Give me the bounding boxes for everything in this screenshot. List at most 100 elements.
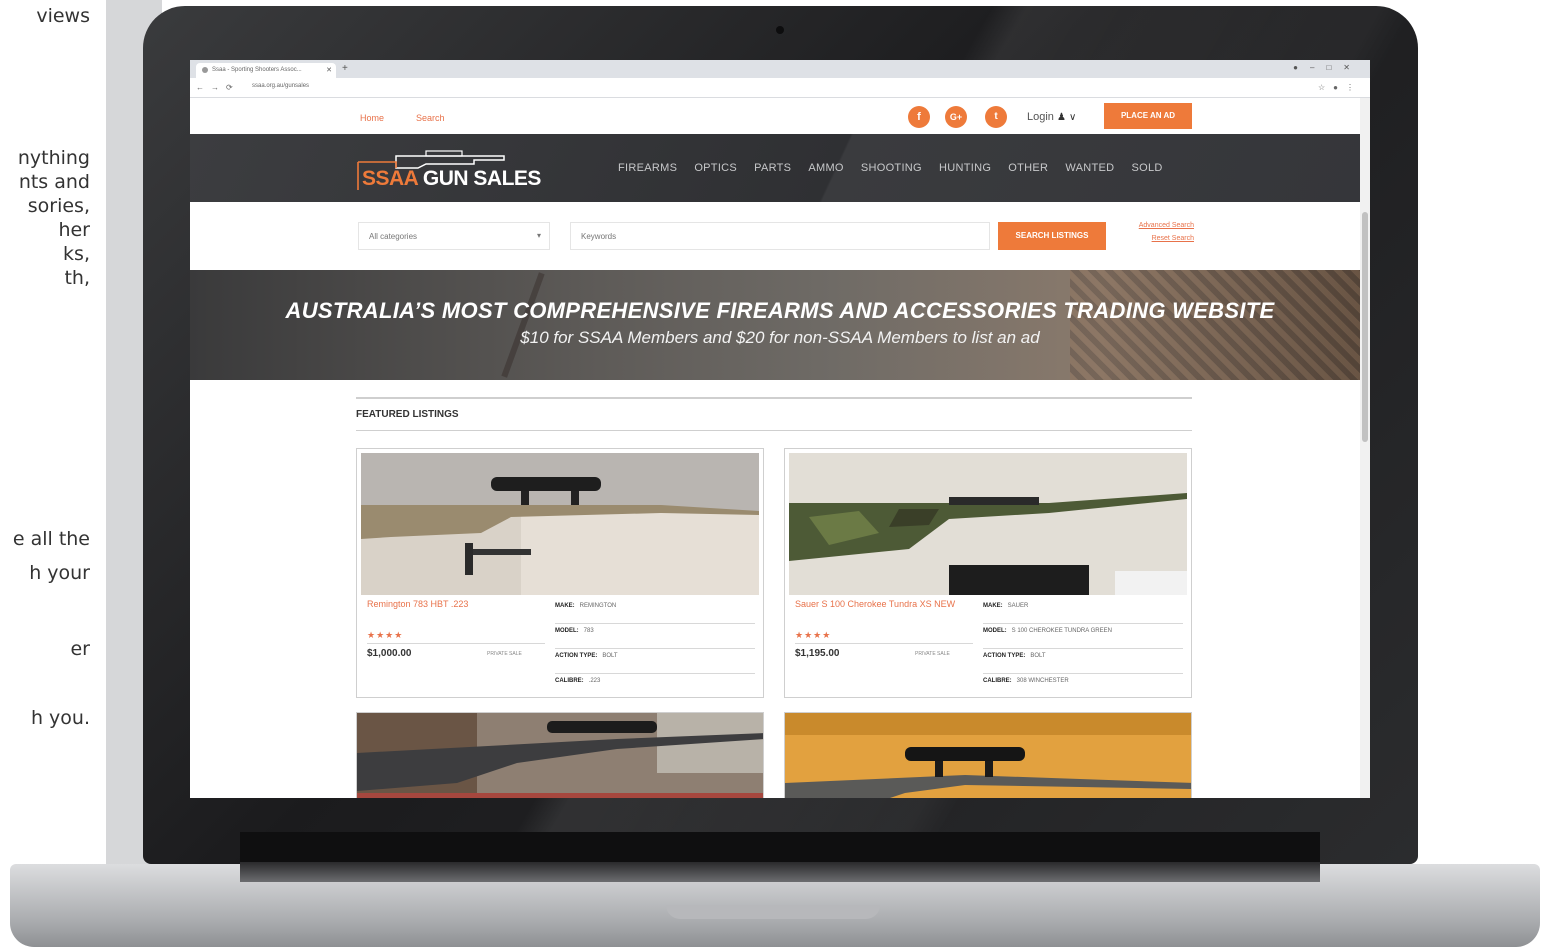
new-tab-icon[interactable]: +	[342, 63, 348, 74]
spec-value: 783	[583, 628, 594, 634]
text-fragment: th,	[64, 267, 90, 289]
text-fragment: sories,	[27, 195, 90, 217]
logo-text: SSAA GUN SALES	[362, 167, 541, 191]
spec-row: CALIBRE: 308 WINCHESTER	[983, 674, 1183, 699]
listing-rating: ★★★★	[367, 630, 404, 640]
window-controls[interactable]: ●–□✕	[1293, 63, 1362, 72]
browser-toolbar-icons[interactable]: ☆●⋮	[1318, 83, 1362, 92]
chevron-down-icon: ▾	[536, 231, 541, 240]
seller-type: PRIVATE SALE	[487, 651, 522, 657]
listing-photo[interactable]	[361, 453, 759, 595]
text-fragment: e all the	[12, 528, 90, 550]
listing-rating: ★★★★	[795, 630, 832, 640]
hero-banner: AUSTRALIA’S MOST COMPREHENSIVE FIREARMS …	[190, 270, 1360, 380]
facebook-icon[interactable]: f	[908, 106, 930, 128]
listing-title[interactable]: Remington 783 HBT .223	[367, 599, 537, 610]
spec-label: MODEL:	[555, 628, 579, 634]
site-logo[interactable]: SSAA GUN SALES	[356, 146, 556, 190]
listing-specs: MAKE: REMINGTON MODEL: 783 ACTION TYPE: BOL…	[555, 599, 755, 699]
main-nav-band: SSAA GUN SALES FIREARMS OPTICS PARTS AMM…	[190, 134, 1360, 202]
text-fragment: h you.	[30, 707, 90, 729]
category-select[interactable]: All categories ▾	[358, 222, 550, 250]
breadcrumb-home[interactable]: Home	[360, 113, 384, 123]
logo-ssaa: SSAA	[362, 167, 418, 190]
listing-card[interactable]: Remington 783 HBT .223 ★★★★ $1,000.00 PR…	[356, 448, 764, 698]
nav-item-parts[interactable]: PARTS	[754, 162, 791, 174]
webcam-icon	[776, 26, 784, 34]
scrollbar[interactable]	[1360, 98, 1370, 798]
spec-label: ACTION TYPE:	[983, 653, 1026, 659]
nav-item-shooting[interactable]: SHOOTING	[861, 162, 922, 174]
close-icon[interactable]: ✕	[326, 66, 332, 74]
laptop-keyboard-edge	[240, 862, 1320, 882]
favicon-icon	[202, 67, 208, 73]
spec-value: .223	[588, 678, 601, 684]
nav-item-ammo[interactable]: AMMO	[808, 162, 843, 174]
page: views nything nts and sories, her ks, th…	[0, 0, 1551, 947]
search-listings-button[interactable]: SEARCH LISTINGS	[998, 222, 1106, 250]
spec-label: CALIBRE:	[983, 678, 1012, 684]
text-fragment: er	[70, 638, 90, 660]
laptop-hinge	[240, 832, 1320, 862]
text-fragment: h your	[29, 562, 90, 584]
rifle-photo	[361, 453, 759, 595]
scrollbar-thumb[interactable]	[1362, 212, 1368, 442]
spec-value: BOLT	[602, 653, 618, 659]
login-menu[interactable]: Login ♟ ∨	[1027, 111, 1076, 123]
nav-item-sold[interactable]: SOLD	[1131, 162, 1162, 174]
spec-row: MAKE: SAUER	[983, 599, 1183, 624]
featured-listings-title: FEATURED LISTINGS	[356, 409, 459, 420]
browser-nav-icons[interactable]: ←→⟳	[196, 83, 240, 92]
nav-item-firearms[interactable]: FIREARMS	[618, 162, 677, 174]
listing-card[interactable]: Sauer S 100 Cherokee Tundra XS NEW ★★★★ …	[784, 448, 1192, 698]
user-icon: ♟	[1056, 112, 1066, 123]
divider	[795, 643, 973, 644]
keywords-input[interactable]	[570, 222, 990, 250]
laptop-notch	[666, 905, 880, 919]
google-plus-icon[interactable]: G+	[945, 106, 967, 128]
spec-label: MAKE:	[983, 603, 1003, 609]
spec-row: MODEL: S 100 CHEROKEE TUNDRA GREEN	[983, 624, 1183, 649]
main-nav: FIREARMS OPTICS PARTS AMMO SHOOTING HUNT…	[618, 162, 1177, 174]
breadcrumb-search[interactable]: Search	[416, 113, 445, 123]
browser-tab[interactable]: Ssaa - Sporting Shooters Assoc... ✕	[196, 63, 336, 78]
login-label: Login	[1027, 111, 1054, 123]
twitter-icon[interactable]: t	[985, 106, 1007, 128]
search-row: All categories ▾ SEARCH LISTINGS Advance…	[190, 202, 1360, 270]
place-ad-button[interactable]: PLACE AN AD	[1104, 103, 1192, 129]
listing-price: $1,195.00	[795, 648, 840, 659]
listing-photo[interactable]	[789, 453, 1187, 595]
chevron-down-icon: ∨	[1069, 112, 1077, 123]
text-fragment: views	[36, 5, 90, 27]
hero-title: AUSTRALIA’S MOST COMPREHENSIVE FIREARMS …	[285, 298, 1275, 323]
seller-type: PRIVATE SALE	[915, 651, 950, 657]
spec-label: MAKE:	[555, 603, 575, 609]
text-fragment: ks,	[63, 243, 90, 265]
spec-value: SAUER	[1007, 603, 1029, 609]
spec-row: MAKE: REMINGTON	[555, 599, 755, 624]
advanced-search-link[interactable]: Advanced Search	[1110, 222, 1194, 229]
spec-row: CALIBRE: .223	[555, 674, 755, 699]
nav-item-hunting[interactable]: HUNTING	[939, 162, 991, 174]
spec-value: 308 WINCHESTER	[1016, 678, 1069, 684]
spec-row: MODEL: 783	[555, 624, 755, 649]
listing-title[interactable]: Sauer S 100 Cherokee Tundra XS NEW	[795, 599, 965, 610]
reset-search-link[interactable]: Reset Search	[1110, 235, 1194, 242]
listing-card[interactable]	[784, 712, 1192, 798]
divider	[367, 643, 545, 644]
nav-item-optics[interactable]: OPTICS	[694, 162, 737, 174]
listing-specs: MAKE: SAUER MODEL: S 100 CHEROKEE TUNDRA G…	[983, 599, 1183, 699]
spec-row: ACTION TYPE: BOLT	[983, 649, 1183, 674]
spec-value: BOLT	[1030, 653, 1046, 659]
tab-title: Ssaa - Sporting Shooters Assoc...	[212, 67, 302, 73]
nav-item-other[interactable]: OTHER	[1008, 162, 1048, 174]
text-fragment: nts and	[18, 171, 90, 193]
category-value: All categories	[369, 232, 418, 241]
url-field[interactable]: ssaa.org.au/gunsales	[252, 83, 309, 89]
browser-tab-bar: Ssaa - Sporting Shooters Assoc... ✕ + ●–…	[190, 60, 1370, 78]
spec-row: ACTION TYPE: BOLT	[555, 649, 755, 674]
spec-value: REMINGTON	[579, 603, 617, 609]
listing-card[interactable]	[356, 712, 764, 798]
spec-label: CALIBRE:	[555, 678, 584, 684]
nav-item-wanted[interactable]: WANTED	[1065, 162, 1114, 174]
